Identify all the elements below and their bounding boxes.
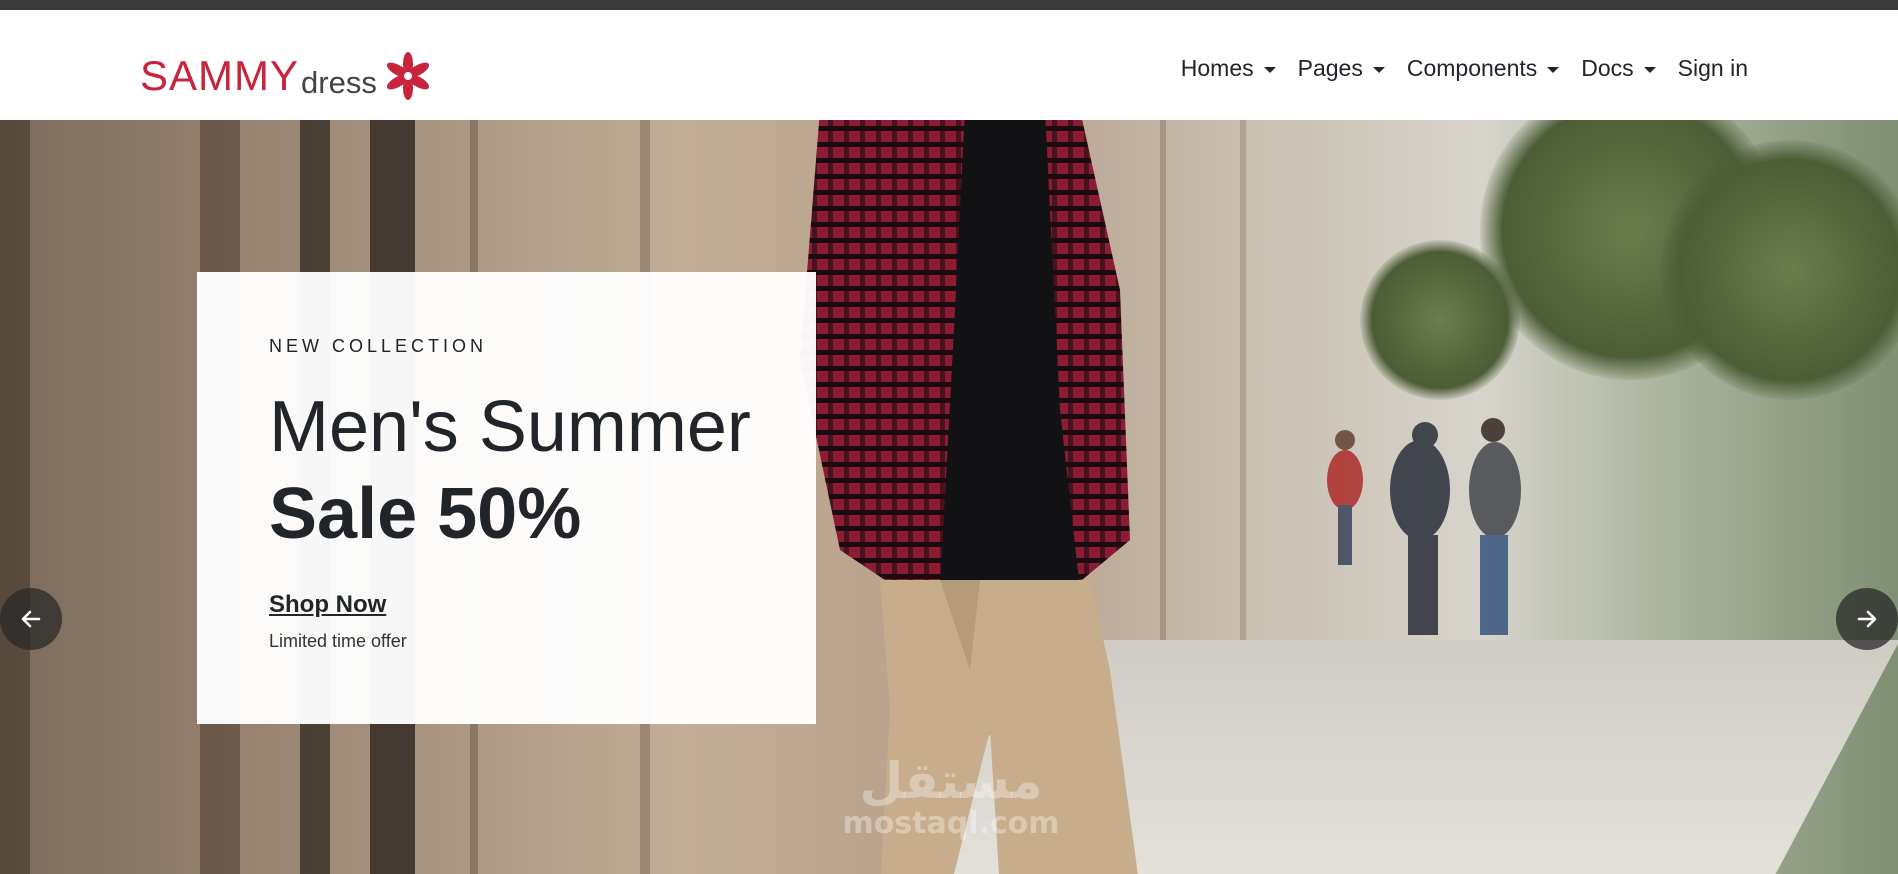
caret-down-icon <box>1263 67 1276 73</box>
hero-carousel: NEW COLLECTION Men's Summer Sale 50% Sho… <box>0 120 1898 874</box>
nav-docs[interactable]: Docs <box>1581 55 1656 82</box>
nav-sign-in-label: Sign in <box>1677 55 1748 81</box>
arrow-right-icon <box>1857 610 1877 628</box>
main-nav: Homes Pages Components Docs Sign in <box>1159 55 1748 82</box>
nav-pages[interactable]: Pages <box>1298 55 1385 82</box>
offer-note: Limited time offer <box>269 630 407 651</box>
watermark-latin: mostaql.com <box>842 806 1060 841</box>
nav-docs-label: Docs <box>1581 55 1634 81</box>
flower-icon <box>386 52 429 100</box>
site-header: SAMMY dress Homes Pages Components Docs … <box>0 10 1898 120</box>
slide-eyebrow: NEW COLLECTION <box>269 336 488 356</box>
watermark: مستقل mostaql.com <box>836 756 1066 842</box>
arrow-left-icon <box>21 610 41 628</box>
shop-now-link[interactable]: Shop Now <box>269 591 386 619</box>
logo-main-text: SAMMY <box>140 52 300 99</box>
nav-sign-in[interactable]: Sign in <box>1678 55 1748 82</box>
nav-pages-label: Pages <box>1297 55 1363 81</box>
slide-card: NEW COLLECTION Men's Summer Sale 50% Sho… <box>197 272 816 724</box>
carousel-prev-button[interactable] <box>0 588 62 650</box>
slide-headline-light: Men's Summer <box>269 387 751 467</box>
top-strip <box>0 0 1898 10</box>
logo-sub-text: dress <box>301 64 377 100</box>
background-pedestrians <box>1327 418 1521 635</box>
logo[interactable]: SAMMY dress <box>140 48 433 104</box>
caret-down-icon <box>1643 67 1656 73</box>
carousel-next-button[interactable] <box>1836 588 1898 650</box>
nav-components[interactable]: Components <box>1406 55 1560 82</box>
nav-homes-label: Homes <box>1180 55 1254 81</box>
caret-down-icon <box>1372 67 1385 73</box>
slide-headline-bold: Sale 50% <box>269 474 582 554</box>
nav-homes[interactable]: Homes <box>1181 55 1276 82</box>
nav-components-label: Components <box>1406 55 1538 81</box>
watermark-arabic: مستقل <box>859 752 1043 810</box>
caret-down-icon <box>1547 67 1560 73</box>
background-wall <box>0 120 30 874</box>
background-tree <box>1360 240 1520 400</box>
